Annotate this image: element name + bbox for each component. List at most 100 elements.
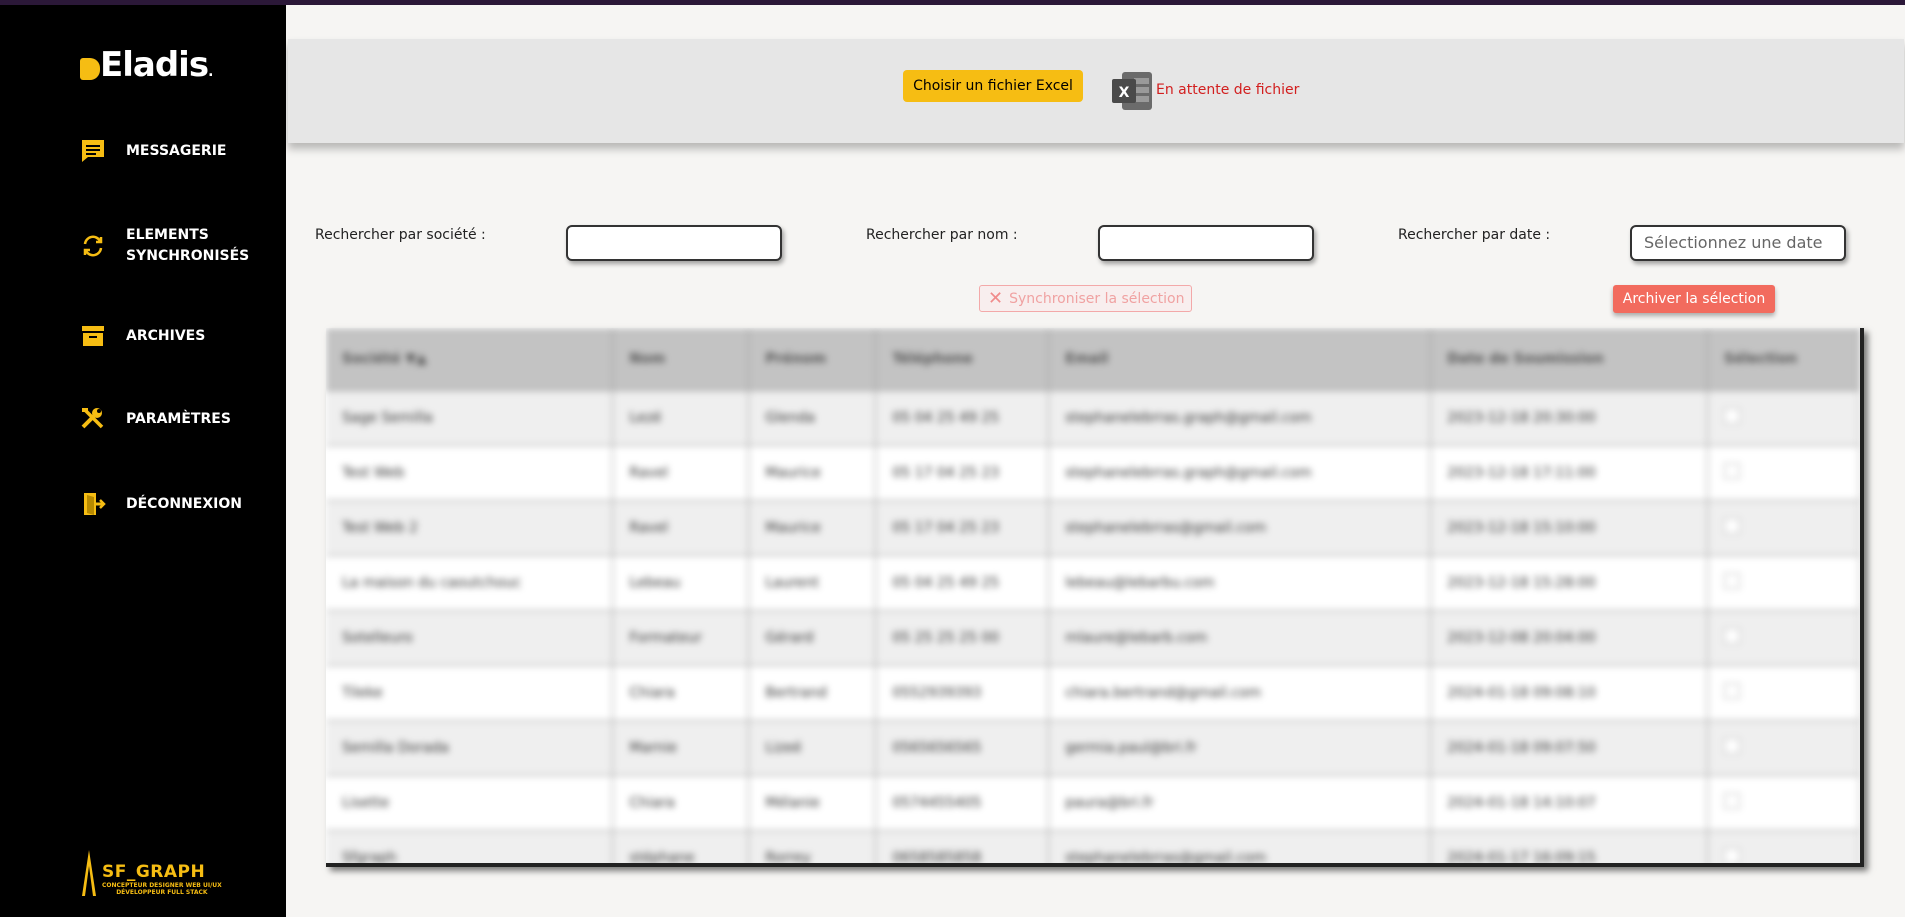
table-row[interactable]: Sfgraph stéphane Rorrey 0658585858 stephanel… [326,830,1860,863]
row-select-checkbox[interactable] [1724,628,1741,644]
sidebar-item-label: ARCHIVES [126,327,206,344]
sidebar-item-elements-synchronises[interactable]: ELEMENTS SYNCHRONISÉS [80,225,256,267]
table-row[interactable]: Test Web 2 Ravel Maurice 05 17 04 25 23 step… [326,500,1860,556]
row-select-checkbox[interactable] [1724,793,1741,809]
date-picker-input[interactable]: Sélectionnez une date [1630,225,1846,261]
column-header-telephone[interactable]: Téléphone [875,328,1050,391]
cell-date: 2023-12-08 20:04:00 [1430,610,1709,666]
cell-date: 2024-01-18 09:07:50 [1430,720,1709,776]
sidebar-item-deconnexion[interactable]: DÉCONNEXION [80,491,242,517]
sidebar-item-messagerie[interactable]: MESSAGERIE [80,138,226,164]
column-header-nom[interactable]: Nom [612,328,750,391]
name-search-input[interactable] [1098,225,1314,261]
upload-bar: Choisir un fichier Excel X En attente de… [288,39,1904,143]
column-header-prenom[interactable]: Prénom [748,328,877,391]
sidebar-item-archives[interactable]: ARCHIVES [80,323,205,349]
sidebar-item-label: ELEMENTS SYNCHRONISÉS [126,227,250,264]
table-row[interactable]: Test Web Ravel Maurice 05 17 04 25 23 stepha… [326,445,1860,501]
cell-prenom: Bertrand [748,665,877,721]
cell-societe: La maison du caoutchouc [326,555,614,611]
cell-nom: Marnie [612,720,750,776]
cell-selection [1707,390,1860,446]
cell-nom: Lebeau [612,555,750,611]
close-icon: ✕ [988,288,1004,309]
cell-email: stephanelebrras.graph@gmail.com [1048,390,1432,446]
sf-graph-line1: CONCEPTEUR DESIGNER WEB UI/UX [102,882,222,889]
row-select-checkbox[interactable] [1724,463,1741,479]
excel-file-icon: X [1112,72,1152,110]
table-row[interactable]: Semilla Dorada Marnie Lizeé 0565656565 germi… [326,720,1860,776]
row-select-checkbox[interactable] [1724,848,1741,863]
contacts-table: Société ▼▲ Nom Prénom Téléphone Email Da… [326,328,1860,863]
table-header-row: Société ▼▲ Nom Prénom Téléphone Email Da… [326,328,1860,391]
cell-selection [1707,720,1860,776]
row-select-checkbox[interactable] [1724,738,1741,754]
cell-selection [1707,555,1860,611]
column-header-email[interactable]: Email [1048,328,1432,391]
sync-selection-button[interactable]: ✕ Synchroniser la sélection [979,285,1192,312]
cell-email: stephanelebrras@gmail.com [1048,500,1432,556]
column-header-societe[interactable]: Société ▼▲ [326,328,614,391]
cell-selection [1707,665,1860,721]
cell-telephone: 05 25 25 25 00 [875,610,1050,666]
cell-societe: Sage Semilla [326,390,614,446]
sidebar-item-label: MESSAGERIE [126,142,227,159]
row-select-checkbox[interactable] [1724,683,1741,699]
cell-telephone: 05 04 25 49 25 [875,390,1050,446]
cell-prenom: Lizeé [748,720,877,776]
cell-date: 2023-12-18 17:11:00 [1430,445,1709,501]
cell-societe: Test Web 2 [326,500,614,556]
file-status-text: En attente de fichier [1156,82,1300,98]
row-select-checkbox[interactable] [1724,518,1741,534]
cell-email: chiara.bertrand@gmail.com [1048,665,1432,721]
sf-graph-mark-icon [82,850,96,896]
sync-selection-label: Synchroniser la sélection [1009,290,1185,307]
cell-societe: Sfgraph [326,830,614,863]
table-row[interactable]: Tileke Chiara Bertrand 0552939393 chiara.ber… [326,665,1860,721]
company-search-input[interactable] [566,225,782,261]
cell-prenom: Glenda [748,390,877,446]
cell-date: 2024-01-18 09:08:10 [1430,665,1709,721]
archive-selection-button[interactable]: Archiver la sélection [1613,285,1775,313]
cell-telephone: 0565656565 [875,720,1050,776]
cell-prenom: Laurent [748,555,877,611]
sidebar-item-parametres[interactable]: PARAMÈTRES [80,406,231,432]
sidebar-item-label: DÉCONNEXION [126,495,242,512]
table-row[interactable]: Sage Semilla Lezé Glenda 05 04 25 49 25 step… [326,390,1860,446]
cell-nom: Lezé [612,390,750,446]
sf-graph-line2: DÉVELOPPEUR FULL STACK [116,889,208,896]
sidebar-item-label: PARAMÈTRES [126,410,231,427]
cell-nom: Ravel [612,445,750,501]
table-row[interactable]: Sotelleuro Formateur Gérard 05 25 25 25 00 m… [326,610,1860,666]
cell-email: paura@bri.fr [1048,775,1432,831]
cell-email: stephanelebrras.graph@gmail.com [1048,445,1432,501]
table-row[interactable]: Lisette Chiara Mélanie 0574455405 paura@bri.… [326,775,1860,831]
cell-telephone: 0552939393 [875,665,1050,721]
table-row[interactable]: La maison du caoutchouc Lebeau Laurent 05 0… [326,555,1860,611]
cell-societe: Semilla Dorada [326,720,614,776]
eladis-logo[interactable]: Eladis. [80,45,213,85]
row-select-checkbox[interactable] [1724,408,1741,424]
cell-prenom: Maurice [748,445,877,501]
cell-selection [1707,445,1860,501]
cell-nom: Chiara [612,665,750,721]
cell-selection [1707,610,1860,666]
cell-date: 2024-01-18 14:10:07 [1430,775,1709,831]
cell-societe: Lisette [326,775,614,831]
cell-telephone: 0658585858 [875,830,1050,863]
choose-excel-file-button[interactable]: Choisir un fichier Excel [903,70,1083,102]
cell-prenom: Mélanie [748,775,877,831]
cell-email: lebeau@lebarbu.com [1048,555,1432,611]
row-select-checkbox[interactable] [1724,573,1741,589]
cell-nom: Chiara [612,775,750,831]
logout-icon [80,491,106,517]
cell-nom: Ravel [612,500,750,556]
cell-date: 2023-12-18 20:30:00 [1430,390,1709,446]
cell-email: mlaure@lebarb.com [1048,610,1432,666]
sidebar: Eladis. MESSAGERIE ELEMENTS SYNCHRONISÉS… [0,5,286,917]
column-header-date[interactable]: Date de Soumission [1430,328,1709,391]
archive-icon [80,323,106,349]
cell-prenom: Gérard [748,610,877,666]
name-search-label: Rechercher par nom : [866,227,1018,243]
cell-date: 2023-12-18 15:28:00 [1430,555,1709,611]
